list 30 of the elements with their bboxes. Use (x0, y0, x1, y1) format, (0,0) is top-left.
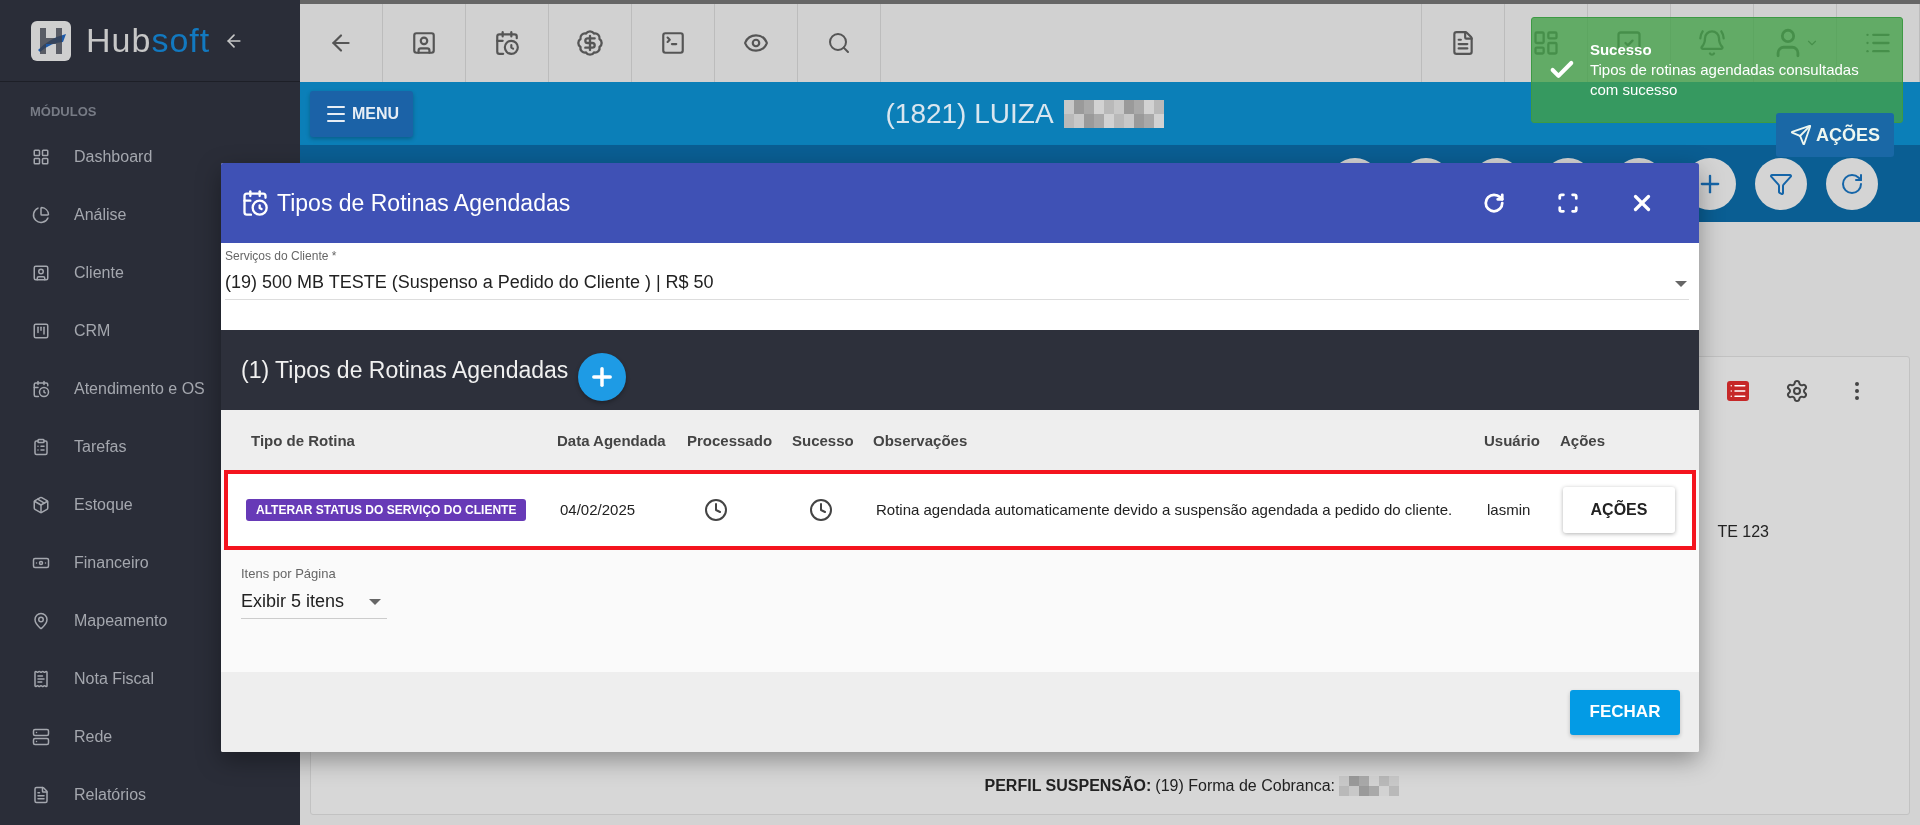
profile-label: PERFIL SUSPENSÃO: (984, 777, 1152, 795)
routine-type-tag: ALTERAR STATUS DO SERVIÇO DO CLIENTE (246, 499, 527, 521)
client-title: (1821) LUIZA (885, 97, 1054, 130)
table-cell-text: lasmin (1487, 499, 1532, 520)
toast-title: Sucesso (1589, 39, 1653, 60)
nav-item[interactable]: Rede (0, 708, 300, 766)
nav-item[interactable]: Nota Fiscal (0, 650, 300, 708)
column-header: Processado (687, 431, 774, 449)
nav-item[interactable]: Relatórios (0, 766, 300, 824)
table-cell-text: 04/02/2025 (560, 499, 637, 520)
column-header: Data Agendada (557, 431, 667, 449)
card-text: TE 123 (1717, 523, 1769, 541)
field-label: Itens por Página (241, 566, 337, 581)
column-header: Usuário (1484, 431, 1541, 449)
nav-item[interactable]: Dashboard (0, 128, 300, 186)
column-header: Sucesso (792, 431, 855, 449)
table-cell-text: Rotina agendada automaticamente devido a suspensão agendada a pedido do cliente. (876, 499, 1454, 520)
column-header: Ações (1560, 431, 1607, 449)
column-header: Observações (873, 431, 969, 449)
section-label: MÓDULOS (29, 103, 98, 121)
close-button[interactable]: FECHAR (1570, 689, 1680, 735)
actions-button[interactable]: AÇÕES (1776, 113, 1894, 157)
toast-message: Tipos de rotinas agendadas consultadas com sucesso (1589, 59, 1860, 101)
dialog-title: Tipos de Rotinas Agendadas (277, 189, 572, 217)
profile-text: (19) Forma de Cobranca: (1155, 777, 1335, 795)
column-header: Tipo de Rotina (251, 431, 356, 449)
menu-button[interactable]: MENU (310, 90, 414, 137)
actions-button[interactable]: AÇÕES (1563, 487, 1675, 533)
page-size-select[interactable]: Exibir 5 itens (241, 589, 387, 619)
brand-name: Hubsoft (86, 21, 211, 60)
